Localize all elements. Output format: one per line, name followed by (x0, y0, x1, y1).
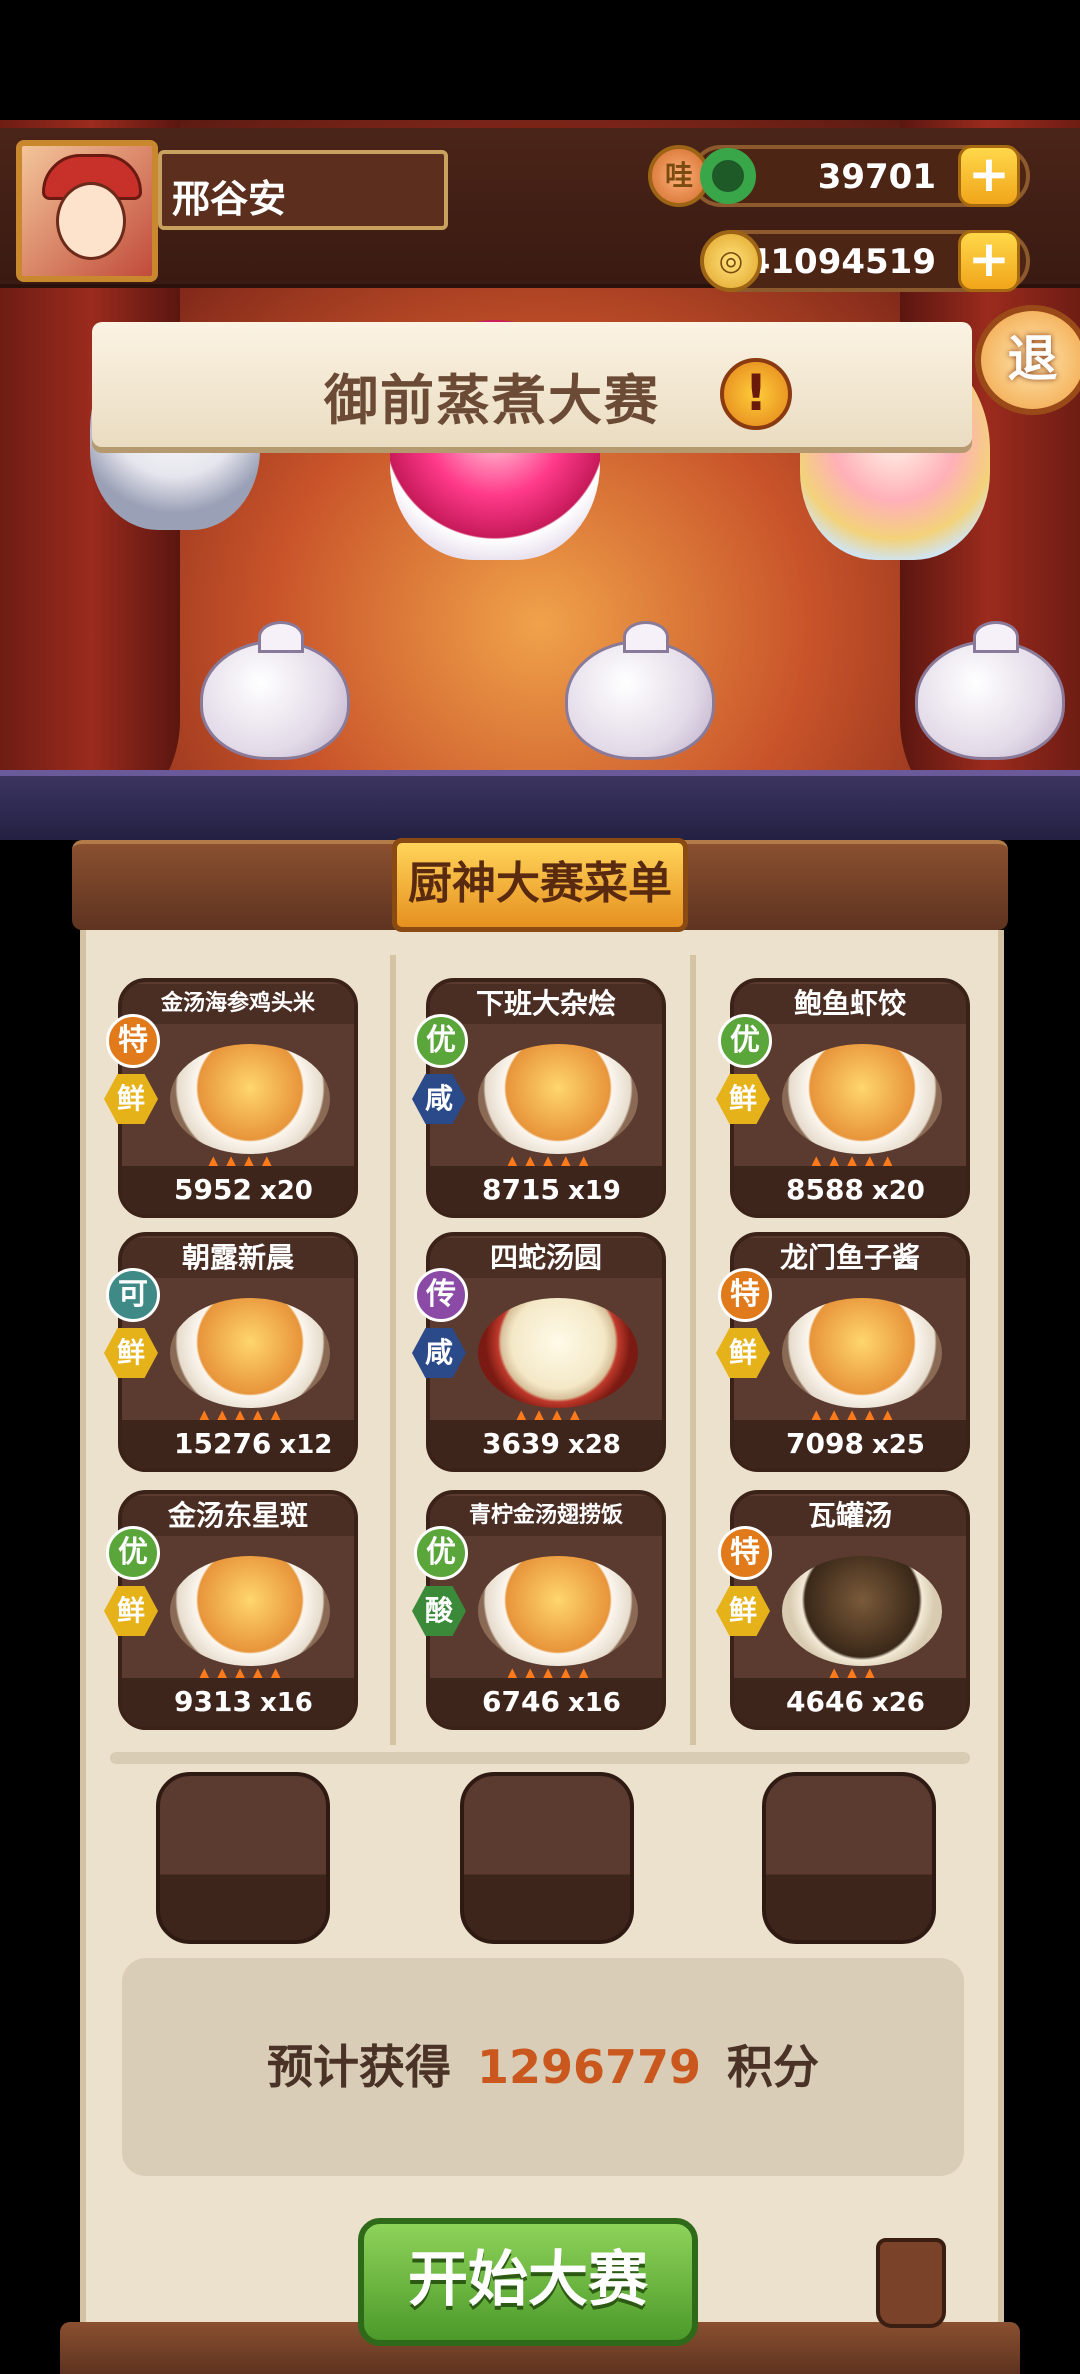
dish-price: 6746 x16 (430, 1678, 662, 1726)
dish-image (782, 1298, 942, 1408)
grade-badge: 传 (414, 1268, 468, 1322)
estimate-value: 1296779 (476, 2040, 702, 2094)
dish-quantity: x20 (259, 1176, 313, 1206)
price-value: 15276 (174, 1427, 272, 1460)
dish-name: 四蛇汤圆 (430, 1238, 662, 1278)
grade-badge: 优 (106, 1526, 160, 1580)
grade-badge: 可 (106, 1268, 160, 1322)
price-value: 8715 (482, 1173, 560, 1206)
dish-name: 朝露新晨 (122, 1238, 354, 1278)
dish-price: 15276 x12 (122, 1420, 354, 1468)
estimate-prefix: 预计获得 (266, 2040, 451, 2094)
price-value: 9313 (174, 1685, 252, 1718)
coin-icon: ◎ (700, 230, 762, 292)
grade-badge: 优 (414, 1526, 468, 1580)
dish-image (478, 1556, 638, 1666)
grade-badge: 特 (106, 1014, 160, 1068)
player-name: 邢谷安 (158, 150, 448, 230)
event-title: 御前蒸煮大赛 (324, 369, 660, 432)
column-divider (390, 955, 396, 1745)
dish-quantity: x25 (871, 1430, 925, 1460)
estimated-score: 预计获得 1296779 积分 (122, 1958, 964, 2176)
dish-name: 下班大杂烩 (430, 984, 662, 1024)
dish-quantity: x16 (567, 1688, 621, 1718)
dish-image (170, 1044, 330, 1154)
jade-icon (700, 148, 756, 204)
dish-quantity: x19 (567, 1176, 621, 1206)
price-value: 5952 (174, 1173, 252, 1206)
dish-price: 5952 x20 (122, 1166, 354, 1214)
estimate-suffix: 积分 (727, 2040, 820, 2094)
dish-quantity: x16 (259, 1688, 313, 1718)
dish-price: 7098 x25 (734, 1420, 966, 1468)
dish-image (170, 1298, 330, 1408)
event-banner: 御前蒸煮大赛 (92, 322, 972, 447)
utensil-jar (876, 2238, 946, 2328)
exit-button[interactable]: 退 (975, 305, 1080, 415)
empty-dish-slot-1[interactable] (156, 1772, 330, 1944)
dish-price: 9313 x16 (122, 1678, 354, 1726)
price-value: 7098 (786, 1427, 864, 1460)
dish-quantity: x20 (871, 1176, 925, 1206)
dish-quantity: x28 (567, 1430, 621, 1460)
dish-price: 3639 x28 (430, 1420, 662, 1468)
dish-quantity: x12 (279, 1430, 333, 1460)
dish-image (782, 1556, 942, 1666)
dish-quantity: x26 (871, 1688, 925, 1718)
grade-badge: 优 (718, 1014, 772, 1068)
teapot-center (565, 621, 715, 760)
status-area (0, 0, 1080, 120)
dish-name: 金汤东星斑 (122, 1496, 354, 1536)
start-contest-button[interactable]: 开始大赛 (358, 2218, 698, 2346)
alert-icon[interactable]: ! (720, 358, 792, 430)
dish-image (170, 1556, 330, 1666)
dish-price: 8715 x19 (430, 1166, 662, 1214)
empty-dish-slot-3[interactable] (762, 1772, 936, 1944)
dish-price: 4646 x26 (734, 1678, 966, 1726)
column-divider (690, 955, 696, 1745)
grade-badge: 特 (718, 1268, 772, 1322)
menu-title: 厨神大赛菜单 (392, 838, 688, 932)
add-coins-button[interactable]: + (958, 230, 1020, 292)
price-value: 6746 (482, 1685, 560, 1718)
empty-dish-slot-2[interactable] (460, 1772, 634, 1944)
grade-badge: 特 (718, 1526, 772, 1580)
dish-image (478, 1044, 638, 1154)
dish-name: 鲍鱼虾饺 (734, 984, 966, 1024)
price-value: 4646 (786, 1685, 864, 1718)
dish-price: 8588 x20 (734, 1166, 966, 1214)
stage-floor (0, 770, 1080, 840)
dish-name: 龙门鱼子酱 (734, 1238, 966, 1278)
section-divider (110, 1752, 970, 1764)
player-avatar[interactable] (16, 140, 158, 282)
dish-name: 瓦罐汤 (734, 1496, 966, 1536)
price-value: 8588 (786, 1173, 864, 1206)
add-gems-button[interactable]: + (958, 145, 1020, 207)
teapot-right (915, 621, 1065, 760)
teapot-left (200, 621, 350, 760)
dish-name: 青柠金汤翅捞饭 (430, 1496, 662, 1536)
avatar-face (56, 182, 126, 260)
price-value: 3639 (482, 1427, 560, 1460)
dish-image (478, 1298, 638, 1408)
dish-image (782, 1044, 942, 1154)
dish-name: 金汤海参鸡头米 (122, 984, 354, 1024)
grade-badge: 优 (414, 1014, 468, 1068)
